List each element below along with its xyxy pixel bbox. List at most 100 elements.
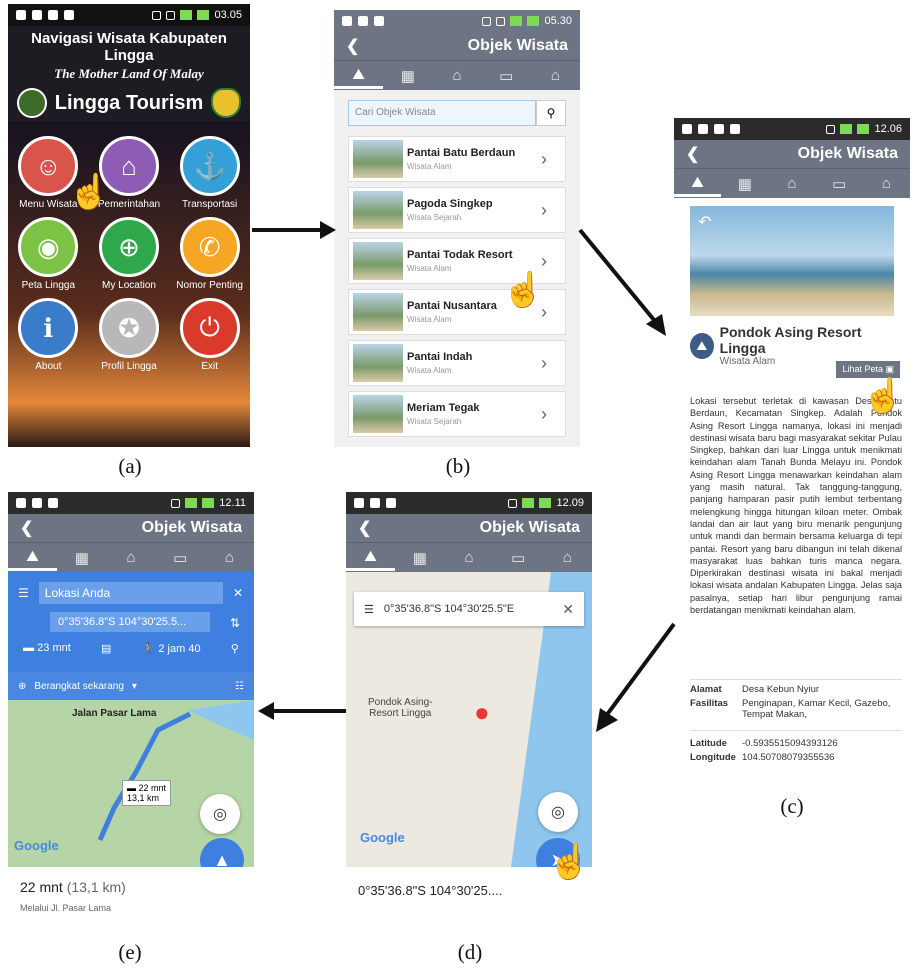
options-icon[interactable]: ☷ bbox=[235, 681, 244, 692]
destination-input[interactable]: 0°35'36.8"S 104°30'25.5... bbox=[50, 612, 210, 632]
tab-shop-icon[interactable]: ⌂ bbox=[531, 64, 580, 87]
tab-calendar-icon[interactable]: ▦ bbox=[721, 172, 768, 196]
route-map[interactable]: Jalan Pasar Lama ▬ 22 mnt 13,1 km ◎ Googl… bbox=[8, 700, 254, 867]
tab-tourism-icon[interactable]: ⛰ bbox=[674, 171, 722, 197]
status-time: 12.11 bbox=[219, 497, 246, 509]
back-icon[interactable]: ❮ bbox=[20, 518, 33, 538]
menu-item[interactable]: ⏻ Exit bbox=[169, 298, 250, 375]
tab-home-icon[interactable]: ⌂ bbox=[444, 546, 493, 569]
tab-hotel-icon[interactable]: ▭ bbox=[482, 64, 531, 88]
back-icon[interactable]: ❮ bbox=[686, 144, 699, 164]
tab-tourism-icon[interactable]: ⛰ bbox=[334, 63, 384, 89]
back-icon[interactable]: ❮ bbox=[346, 36, 359, 56]
tab-tourism-icon[interactable]: ⛰ bbox=[346, 545, 396, 571]
tourism-icon: ⛰ bbox=[690, 332, 714, 359]
item-category: Wisata Sejarah bbox=[407, 417, 462, 426]
thumbnail bbox=[353, 242, 403, 280]
menu-item-label: Nomor Penting bbox=[176, 280, 243, 291]
tab-home-icon[interactable]: ⌂ bbox=[432, 64, 481, 87]
menu-item[interactable]: ⚓ Transportasi bbox=[169, 136, 250, 213]
menu-icon[interactable]: ☰ bbox=[364, 603, 374, 616]
tab-shop-icon[interactable]: ⌂ bbox=[863, 172, 910, 195]
tab-shop-icon[interactable]: ⌂ bbox=[205, 546, 254, 569]
place-description: Lokasi tersebut terletak di kawasan Desa… bbox=[690, 396, 902, 616]
menu-item[interactable]: ℹ About bbox=[8, 298, 89, 375]
tab-bar: ⛰ ▦ ⌂ ▭ ⌂ bbox=[674, 168, 910, 198]
arrow-d-to-e bbox=[258, 702, 346, 720]
thumbnail bbox=[353, 140, 403, 178]
phone-icon[interactable]: ✆ bbox=[179, 217, 240, 277]
coordinate-search-bar[interactable]: ☰ 0°35'36.8"S 104°30'25.5"E ✕ bbox=[354, 592, 584, 626]
list-item[interactable]: Pantai Indah Wisata Alam › bbox=[348, 340, 566, 386]
back-arrow-icon[interactable]: ↶ bbox=[698, 212, 711, 232]
info-icon[interactable]: ℹ bbox=[18, 298, 79, 358]
status-time: 05.30 bbox=[544, 15, 572, 27]
power-icon[interactable]: ⏻ bbox=[179, 298, 240, 358]
arrow-b-to-c bbox=[578, 228, 666, 336]
app-subtitle: The Mother Land Of Malay bbox=[54, 66, 204, 81]
menu-item[interactable]: ⊕ My Location bbox=[89, 217, 170, 294]
route-time-label: ▬ 22 mnt 13,1 km bbox=[122, 780, 172, 806]
caption-c: (c) bbox=[780, 794, 804, 818]
menu-item-label: Exit bbox=[201, 361, 218, 372]
app-bar-title: Objek Wisata bbox=[141, 519, 242, 536]
arrow-c-to-d bbox=[596, 622, 676, 732]
tab-calendar-icon[interactable]: ▦ bbox=[57, 546, 106, 570]
search-input[interactable]: Cari Objek Wisata bbox=[348, 100, 536, 126]
item-category: Wisata Alam bbox=[407, 162, 452, 171]
list-item[interactable]: Pagoda Singkep Wisata Sejarah › bbox=[348, 187, 566, 233]
my-location-icon[interactable]: ◎ bbox=[200, 794, 240, 834]
app-bar-title: Objek Wisata bbox=[479, 519, 580, 536]
chevron-right-icon: › bbox=[541, 148, 547, 169]
my-location-icon[interactable]: ◎ bbox=[538, 792, 578, 832]
tab-home-icon[interactable]: ⌂ bbox=[106, 546, 155, 569]
depart-row[interactable]: ⊕ Berangkat sekarang ▾ ☷ bbox=[8, 672, 254, 700]
item-category: Wisata Alam bbox=[407, 366, 452, 375]
search-icon[interactable]: ⚲ bbox=[536, 100, 566, 126]
car-icon: ▬ bbox=[127, 783, 136, 793]
hand-cursor-icon: ☝ bbox=[68, 173, 111, 211]
mode-walk[interactable]: 🚶 2 jam 40 bbox=[142, 642, 201, 655]
tab-bar: ⛰ ▦ ⌂ ▭ ⌂ bbox=[334, 60, 580, 90]
tab-tourism-icon[interactable]: ⛰ bbox=[8, 545, 58, 571]
tab-hotel-icon[interactable]: ▭ bbox=[816, 172, 863, 196]
map-pin-icon[interactable]: ● bbox=[474, 697, 490, 728]
anchor-icon[interactable]: ⚓ bbox=[179, 136, 240, 196]
swap-icon[interactable]: ⇅ bbox=[230, 616, 240, 630]
tab-home-icon[interactable]: ⌂ bbox=[768, 172, 815, 195]
menu-item[interactable]: ◉ Peta Lingga bbox=[8, 217, 89, 294]
status-bar: 05.30 bbox=[334, 10, 580, 32]
app-bar: ❮ Objek Wisata bbox=[346, 514, 592, 542]
hand-cursor-icon: ☝ bbox=[862, 377, 905, 415]
logo-icon bbox=[16, 88, 47, 118]
arrow-a-to-b bbox=[252, 221, 336, 239]
mode-car[interactable]: ▬ 23 mnt bbox=[23, 642, 71, 655]
list-item[interactable]: Meriam Tegak Wisata Sejarah › bbox=[348, 391, 566, 437]
mode-transit-icon[interactable]: ▤ bbox=[101, 642, 111, 655]
main-menu-grid: ☺ Menu Wisata ⌂ Pemerintahan ⚓ Transportasi ◉ P… bbox=[8, 136, 250, 375]
tab-hotel-icon[interactable]: ▭ bbox=[156, 546, 205, 570]
menu-item[interactable]: ✆ Nomor Penting bbox=[169, 217, 250, 294]
menu-item[interactable]: ✪ Profil Lingga bbox=[89, 298, 170, 375]
list-item[interactable]: Pantai Batu Berdaun Wisata Alam › bbox=[348, 136, 566, 182]
hand-cursor-icon: ☝ bbox=[548, 843, 591, 881]
tab-calendar-icon[interactable]: ▦ bbox=[395, 546, 444, 570]
tab-hotel-icon[interactable]: ▭ bbox=[494, 546, 543, 570]
item-category: Wisata Alam bbox=[407, 315, 452, 324]
location-icon[interactable]: ⊕ bbox=[98, 217, 159, 277]
divider bbox=[690, 730, 902, 731]
back-icon[interactable]: ❮ bbox=[358, 518, 371, 538]
origin-input[interactable]: Lokasi Anda bbox=[38, 582, 223, 604]
mode-bike-icon[interactable]: ⚲ bbox=[231, 642, 239, 655]
close-icon[interactable]: ✕ bbox=[233, 586, 243, 600]
longitude-row: Longitude 104.50708079355536 bbox=[690, 752, 835, 763]
crest-icon[interactable]: ✪ bbox=[98, 298, 159, 358]
map-icon[interactable]: ◉ bbox=[18, 217, 79, 277]
thumbnail bbox=[353, 191, 403, 229]
menu-icon[interactable]: ☰ bbox=[18, 586, 29, 600]
close-icon[interactable]: ✕ bbox=[562, 601, 574, 618]
tab-calendar-icon[interactable]: ▦ bbox=[383, 64, 432, 88]
tab-bar: ⛰ ▦ ⌂ ▭ ⌂ bbox=[8, 542, 254, 572]
menu-item-label: My Location bbox=[102, 280, 156, 291]
tab-shop-icon[interactable]: ⌂ bbox=[543, 546, 592, 569]
